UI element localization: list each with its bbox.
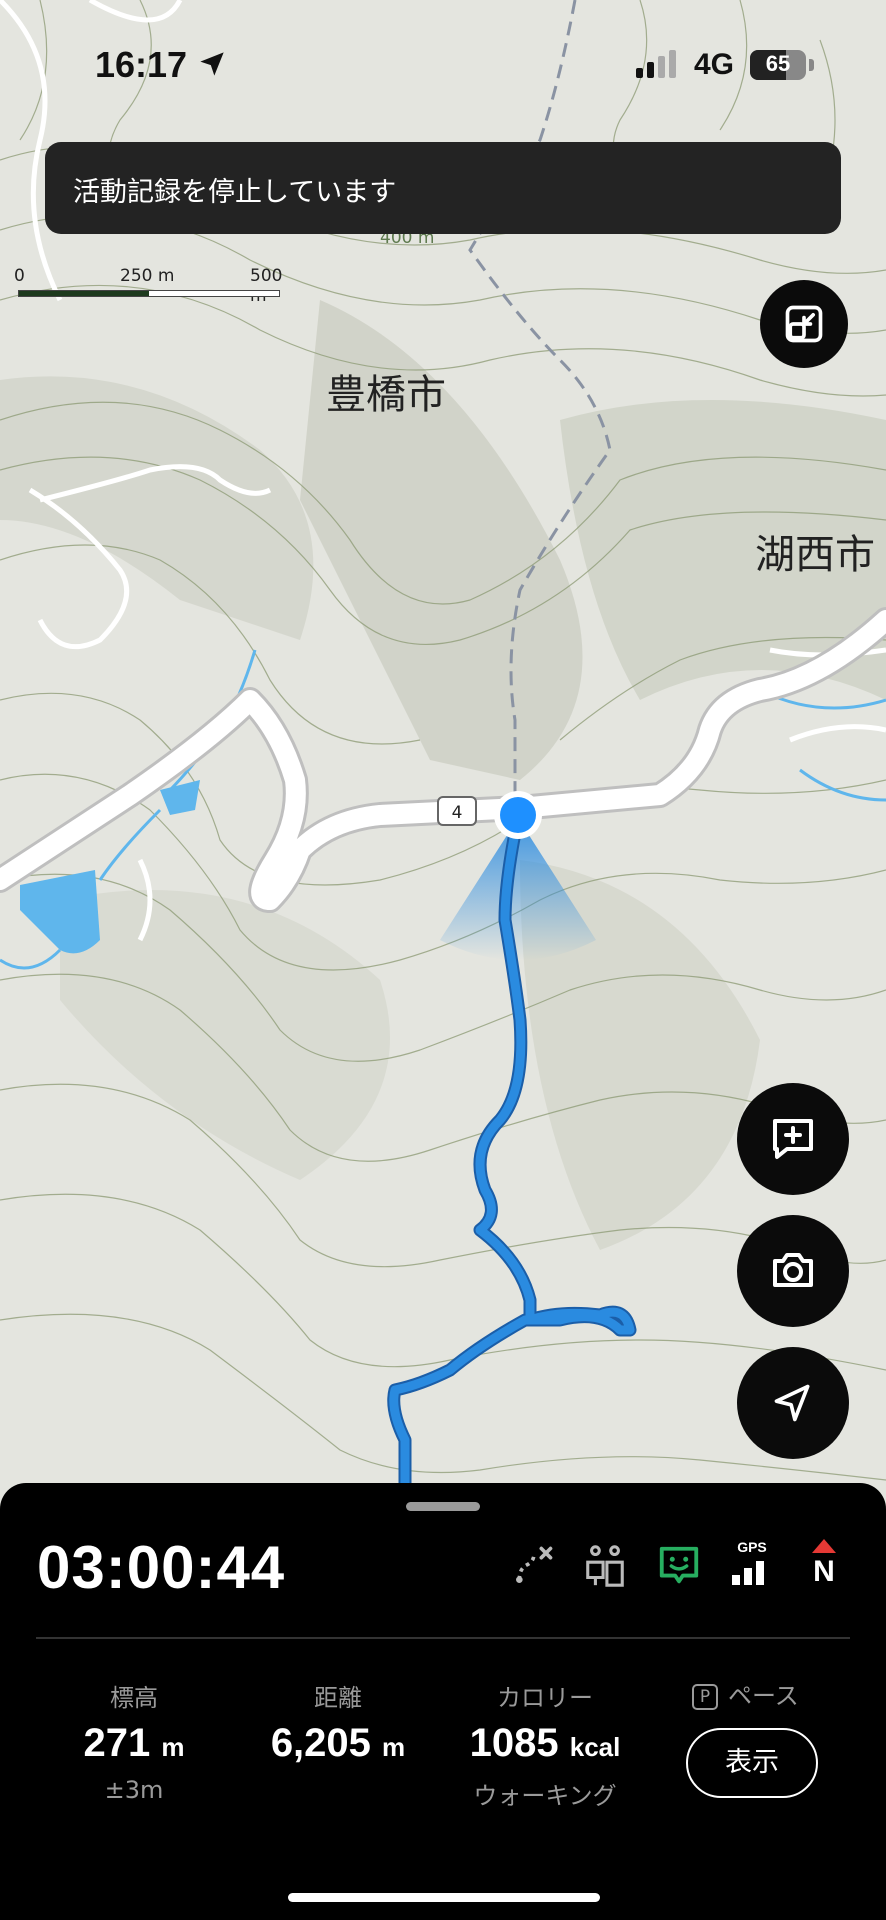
layers-icon: [785, 305, 823, 343]
scale-label-zero: 0: [14, 266, 25, 286]
stat-calories: カロリー 1085 kcal ウォーキング: [455, 1678, 635, 1811]
status-bar: 16:17 4G 65: [0, 0, 886, 130]
camera-button[interactable]: [737, 1215, 849, 1327]
distance-label: 距離: [314, 1684, 362, 1712]
toast-message: 活動記録を停止しています: [73, 177, 397, 208]
map-scale-bar: 0 250 m 500 m: [14, 266, 284, 306]
recording-stop-toast: 活動記録を停止しています: [45, 142, 841, 234]
pace-label-group: P ペース: [692, 1676, 799, 1711]
gps-label: GPS: [737, 1539, 767, 1555]
elevation-accuracy: ±3m: [104, 1776, 164, 1804]
battery-tip: [809, 59, 814, 71]
distance-value: 6,205: [270, 1721, 371, 1765]
gps-bars: [732, 1561, 764, 1585]
stat-elevation: 標高 271 m ±3m: [68, 1678, 200, 1804]
network-type: 4G: [694, 48, 735, 81]
add-note-icon: [773, 1119, 813, 1159]
battery-level: 65: [765, 51, 791, 76]
activity-type: ウォーキング: [473, 1782, 617, 1810]
cellular-signal-icon: [636, 50, 676, 78]
battery-icon: 65: [750, 50, 806, 80]
pace-badge-icon: P: [692, 1684, 718, 1710]
scale-label-mid: 250 m: [120, 266, 175, 286]
road-number-badge: 4: [437, 796, 477, 826]
elapsed-time: 03:00:44: [37, 1534, 286, 1601]
scale-bar: [18, 290, 280, 297]
panel-divider: [36, 1637, 850, 1639]
route-off-icon[interactable]: [512, 1543, 556, 1587]
distance-unit: m: [382, 1732, 406, 1762]
locate-me-button[interactable]: [737, 1347, 849, 1459]
status-time: 16:17: [95, 44, 188, 85]
calories-label: カロリー: [497, 1684, 593, 1712]
show-pace-button[interactable]: 表示: [686, 1728, 818, 1798]
panel-drag-handle[interactable]: [406, 1502, 480, 1511]
city-label-toyohashi: 豊橋市: [326, 372, 446, 418]
map-layers-button[interactable]: [760, 280, 848, 368]
compass-triangle: [812, 1539, 836, 1553]
city-label-kosai: 湖西市: [755, 532, 875, 578]
compass-letter: N: [813, 1555, 835, 1588]
face-status-icon[interactable]: [656, 1543, 702, 1589]
elevation-label: 標高: [110, 1684, 158, 1712]
location-arrow-icon: [200, 52, 224, 76]
compass-north-icon[interactable]: N: [806, 1539, 842, 1595]
elevation-value: 271: [83, 1721, 151, 1765]
stat-distance: 距離 6,205 m: [252, 1678, 424, 1766]
camera-icon: [773, 1253, 813, 1287]
elevation-unit: m: [161, 1732, 185, 1762]
add-note-button[interactable]: [737, 1083, 849, 1195]
calories-value: 1085: [469, 1721, 559, 1765]
locate-arrow-icon: [774, 1384, 810, 1422]
companion-icon[interactable]: [582, 1543, 628, 1589]
activity-panel: 03:00:44 GPS N 標高 271 m ±3m 距離 6,205 m カ…: [0, 1483, 886, 1920]
gps-signal-icon[interactable]: GPS: [730, 1539, 774, 1589]
calories-unit: kcal: [569, 1732, 621, 1762]
home-indicator[interactable]: [288, 1893, 600, 1902]
pace-label: ペース: [728, 1682, 799, 1710]
scale-label-max: 500 m: [250, 266, 283, 306]
